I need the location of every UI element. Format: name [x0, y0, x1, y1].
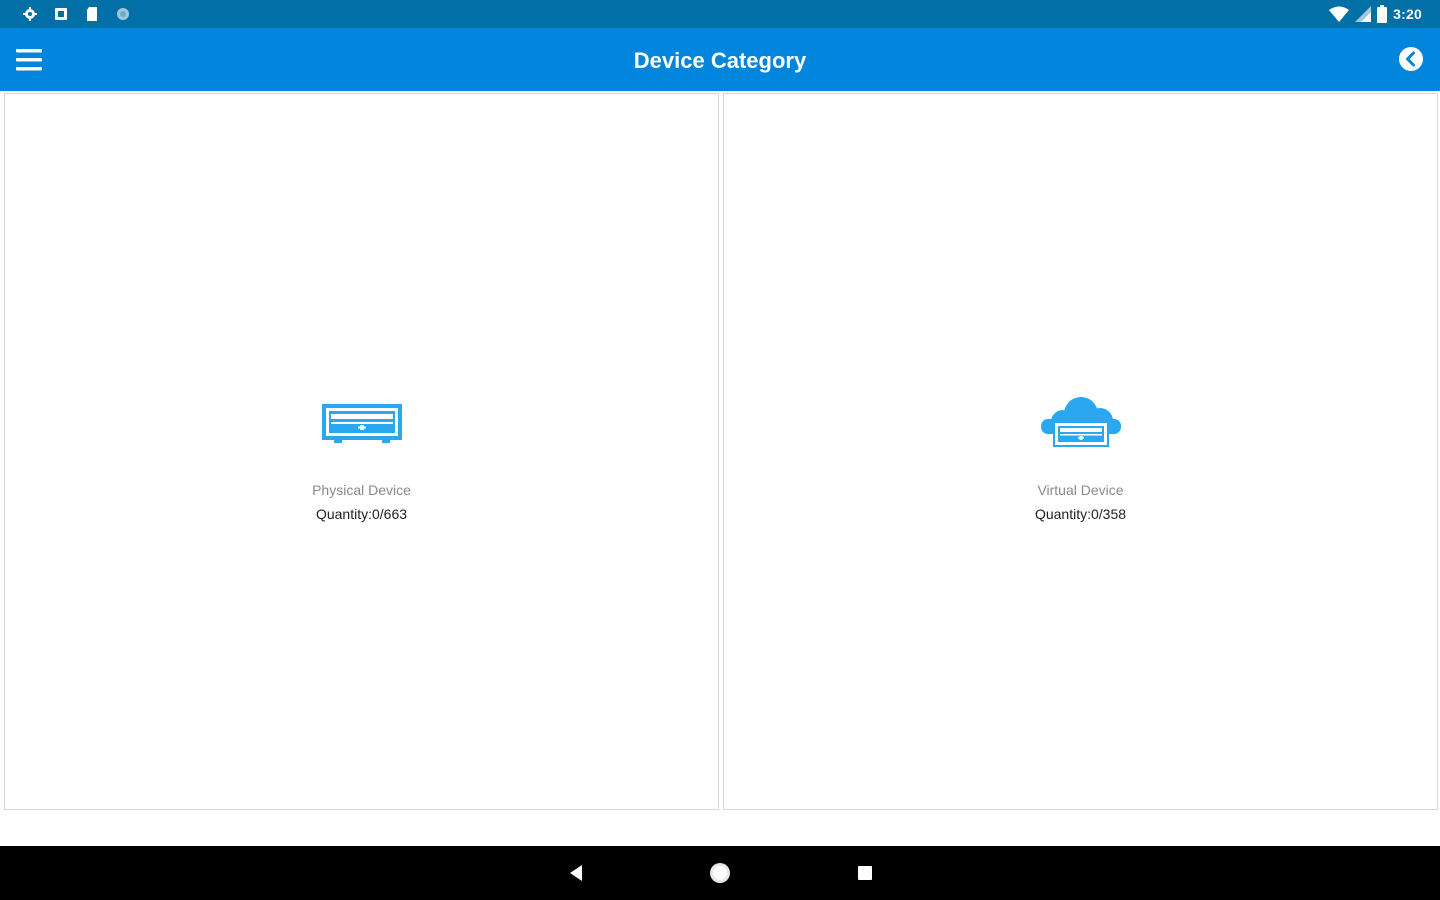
- physical-device-icon: [321, 404, 402, 443]
- sd-card-icon: [87, 7, 97, 21]
- settings-icon: [23, 7, 37, 21]
- virtual-device-quantity: Quantity:0/358: [1034, 506, 1127, 522]
- device-category-grid: Physical Device Quantity:0/663 Virtual D…: [4, 93, 1438, 810]
- virtual-device-content: Virtual Device Quantity:0/358: [724, 394, 1437, 522]
- back-circle-icon[interactable]: [1398, 46, 1424, 72]
- app-bar: Device Category: [0, 28, 1440, 91]
- status-time: 3:20: [1393, 6, 1422, 22]
- nav-home-icon[interactable]: [708, 861, 732, 885]
- page-title: Device Category: [633, 48, 807, 73]
- nav-back-icon[interactable]: [564, 861, 588, 885]
- physical-device-quantity: Quantity:0/663: [315, 506, 408, 522]
- status-right-icons: 3:20: [1329, 4, 1422, 24]
- battery-icon: [1377, 5, 1388, 23]
- physical-device-label: Physical Device: [312, 482, 411, 498]
- status-bar: 3:20: [0, 0, 1440, 28]
- status-left-icons: [22, 6, 131, 22]
- physical-device-content: Physical Device Quantity:0/663: [5, 394, 718, 522]
- wifi-icon: [1329, 6, 1350, 22]
- signal-icon: [1355, 6, 1372, 22]
- virtual-device-icon: [1040, 397, 1121, 447]
- nav-recents-icon[interactable]: [853, 861, 877, 885]
- virtual-device-label: Virtual Device: [1037, 482, 1124, 498]
- notification-icon: [55, 8, 67, 20]
- physical-device-card[interactable]: Physical Device Quantity:0/663: [4, 93, 719, 810]
- system-nav-bar: [0, 846, 1440, 900]
- sync-icon: [117, 8, 129, 20]
- virtual-device-card[interactable]: Virtual Device Quantity:0/358: [723, 93, 1438, 810]
